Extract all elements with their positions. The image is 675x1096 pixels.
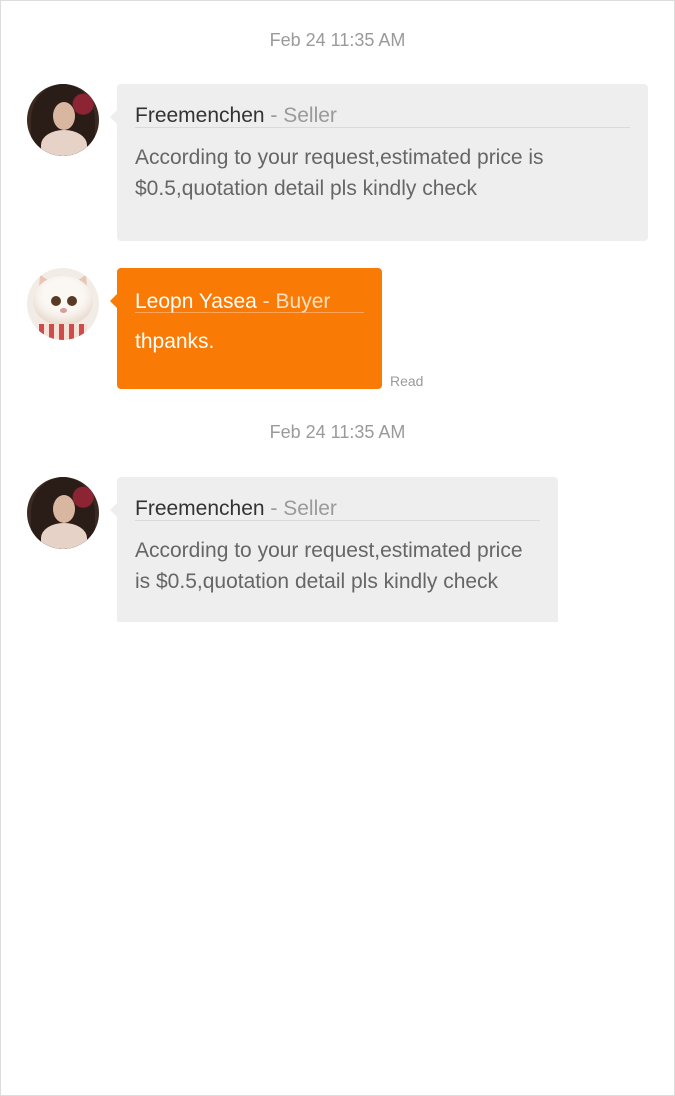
sender-name: Leopn Yasea	[135, 290, 257, 313]
seller-message-bubble[interactable]: Freemenchen - Seller According to your r…	[110, 477, 558, 622]
seller-avatar[interactable]	[27, 477, 99, 549]
message-text: thpanks.	[135, 330, 215, 353]
read-receipt: Read	[390, 373, 424, 389]
message-header: Leopn Yasea - Buyer	[135, 268, 364, 313]
message-timestamp: Feb 24 11:35 AM	[269, 422, 406, 442]
sender-name: Freemenchen	[135, 104, 265, 127]
seller-message-bubble[interactable]: Freemenchen - Seller According to your r…	[110, 84, 648, 241]
buyer-message-bubble[interactable]: Leopn Yasea - Buyer thpanks.	[110, 268, 382, 389]
sender-name: Freemenchen	[135, 497, 265, 520]
chat-thread[interactable]: Feb 24 11:35 AM Freemenchen - Seller Acc…	[0, 0, 675, 622]
sender-role: - Buyer	[256, 290, 331, 313]
message-text: According to your request,estimated pric…	[135, 539, 523, 593]
message-header: Freemenchen - Seller	[135, 477, 540, 520]
sender-role: - Seller	[264, 104, 337, 127]
message-text: According to your request,estimated pric…	[135, 146, 544, 200]
sender-role: - Seller	[264, 497, 337, 520]
buyer-avatar[interactable]	[27, 268, 99, 340]
message-timestamp: Feb 24 11:35 AM	[269, 30, 406, 50]
seller-avatar[interactable]	[27, 84, 99, 156]
message-header: Freemenchen - Seller	[135, 84, 630, 127]
